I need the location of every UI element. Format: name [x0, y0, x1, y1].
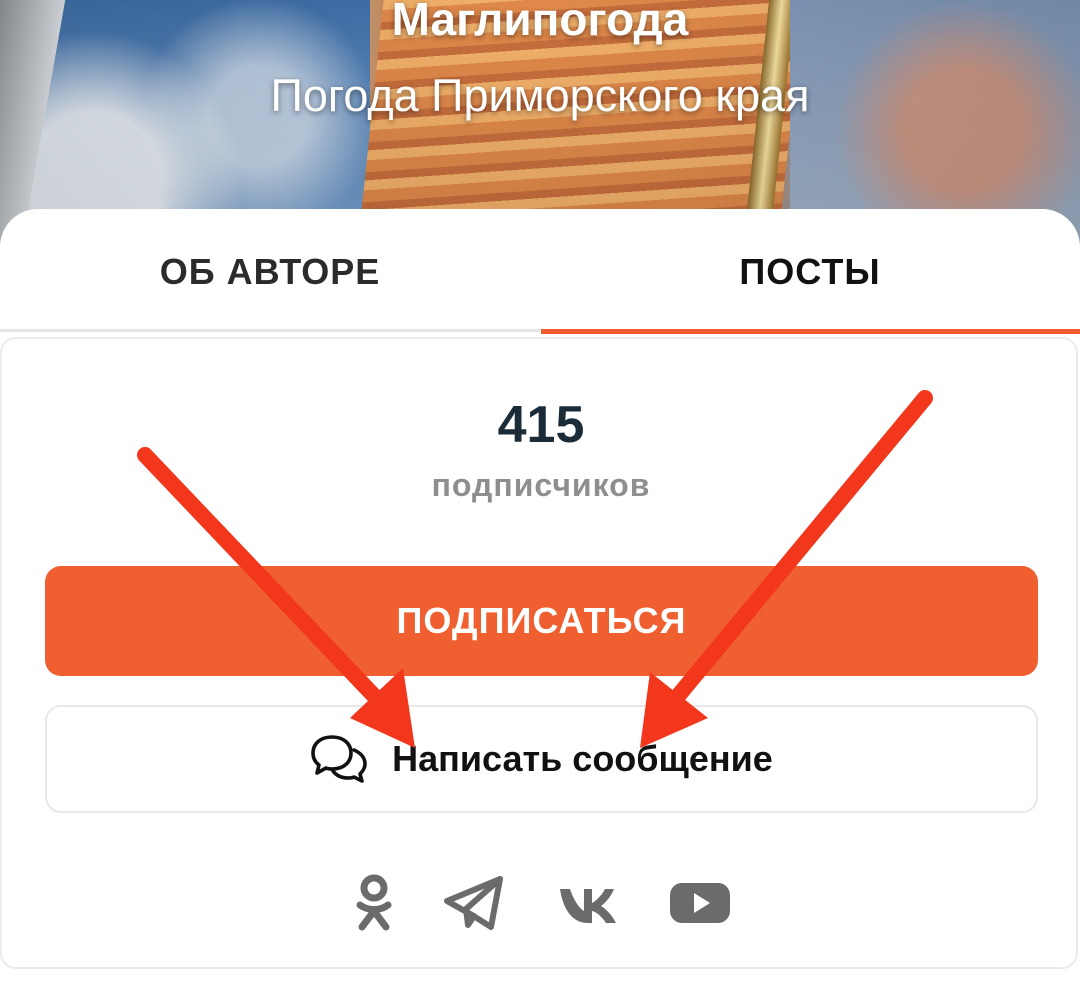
chat-bubbles-icon [311, 735, 367, 783]
active-tab-indicator [541, 329, 1080, 334]
vk-link[interactable] [556, 871, 620, 935]
profile-sheet: ОБ АВТОРЕ ПОСТЫ 415 подписчиков ПОДПИСАТ… [0, 209, 1080, 987]
channel-description: Погода Приморского края [270, 70, 810, 121]
youtube-link[interactable] [668, 871, 732, 935]
write-message-button[interactable]: Написать сообщение [45, 705, 1038, 813]
tab-bar: ОБ АВТОРЕ ПОСТЫ [0, 209, 1080, 335]
vk-icon [560, 889, 616, 923]
write-message-label: Написать сообщение [392, 738, 773, 779]
channel-name: Маглипогода [391, 0, 689, 45]
tab-divider [0, 329, 540, 332]
subscribers-label: подписчиков [431, 467, 651, 503]
odnoklassniki-link[interactable] [342, 871, 406, 935]
tab-about-author[interactable]: ОБ АВТОРЕ [0, 209, 540, 335]
channel-card: 415 подписчиков ПОДПИСАТЬСЯ Написать соо… [0, 337, 1078, 969]
subscribe-button[interactable]: ПОДПИСАТЬСЯ [45, 566, 1038, 676]
tab-posts[interactable]: ПОСТЫ [540, 209, 1080, 335]
telegram-link[interactable] [442, 871, 506, 935]
youtube-icon [670, 883, 730, 923]
odnoklassniki-icon [356, 874, 392, 931]
telegram-icon [444, 876, 503, 930]
social-links [2, 859, 1080, 939]
subscribers-count: 415 [497, 396, 585, 454]
